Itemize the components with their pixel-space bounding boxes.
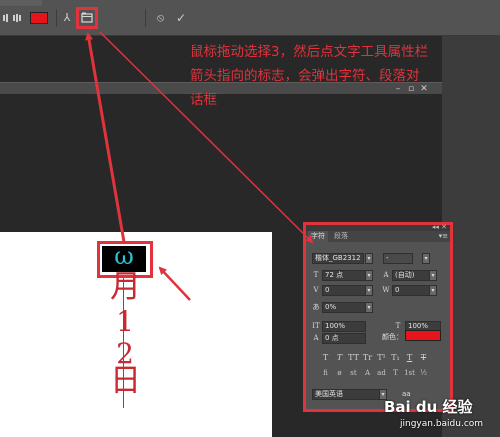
- tsume-icon: あ: [312, 303, 320, 311]
- faux-bold-button[interactable]: T: [320, 352, 331, 363]
- old-style-button[interactable]: ø: [333, 368, 346, 379]
- color-swatch[interactable]: [405, 330, 441, 341]
- horizontal-scale-icon: T: [395, 322, 401, 330]
- collapse-icon[interactable]: ◂◂ ✕: [432, 223, 447, 231]
- warp-text-icon[interactable]: ⅄: [60, 10, 74, 26]
- color-label: 颜色：: [382, 333, 403, 341]
- panel-menu-icon[interactable]: ▾≡: [439, 231, 448, 242]
- chevron-down-icon[interactable]: ▾: [422, 253, 430, 264]
- subscript-button[interactable]: T₁: [390, 352, 401, 363]
- watermark-url: jingyan.baidu.com: [400, 419, 484, 429]
- vertical-text-char: 1: [116, 305, 134, 338]
- chevron-down-icon[interactable]: ▾: [365, 253, 373, 264]
- small-caps-button[interactable]: Tr: [362, 352, 373, 363]
- ligature-button[interactable]: fi: [319, 368, 332, 379]
- baseline-shift-icon: A: [313, 334, 319, 342]
- vertical-scale-icon: IT: [312, 322, 320, 330]
- chevron-down-icon[interactable]: ▾: [365, 285, 373, 296]
- strikethrough-button[interactable]: T: [418, 352, 429, 363]
- character-panel: ◂◂ ✕ 字符 段落 ▾≡ 楷体_GB2312 ▾ - ▾ T 72 点 ▾ A…: [303, 222, 453, 412]
- all-caps-button[interactable]: TT: [348, 352, 359, 363]
- font-style-select[interactable]: -: [383, 253, 413, 264]
- superscript-button[interactable]: T¹: [376, 352, 387, 363]
- swash-button[interactable]: st: [347, 368, 360, 379]
- kerning-icon: V: [313, 286, 319, 294]
- text-color-swatch[interactable]: [30, 12, 48, 24]
- fractions-button[interactable]: ½: [417, 368, 430, 379]
- commit-icon[interactable]: ✓: [176, 10, 188, 26]
- stylistic-button[interactable]: A: [361, 368, 374, 379]
- tab-paragraph[interactable]: 段落: [331, 231, 351, 242]
- separator: [56, 9, 57, 27]
- panel-tabs: 字符 段落 ▾≡: [306, 231, 450, 242]
- vertical-text-char: 日: [110, 363, 141, 399]
- tracking-icon: W: [382, 286, 390, 294]
- annotation-text: 鼠标拖动选择3，然后点文字工具属性栏 箭头指向的标志，会弹出字符、段落对 话框: [190, 40, 500, 112]
- ordinals-button[interactable]: 1st: [403, 368, 416, 379]
- font-size-icon: T: [313, 271, 319, 279]
- arrow-to-panels-button: [85, 32, 126, 243]
- tracking-field[interactable]: 0: [392, 285, 430, 296]
- annotation-line: 话框: [190, 92, 217, 108]
- chevron-down-icon[interactable]: ▾: [365, 270, 373, 281]
- align-center-icon[interactable]: [12, 10, 22, 26]
- chevron-down-icon[interactable]: ▾: [365, 302, 373, 313]
- screenshot-stage: ⅄ ⦸ ✓ – ▫ ✕ ω 月 1 2 日 ◂◂ ✕ 字符 段落 ▾≡ 楷体_G…: [0, 0, 500, 437]
- highlight-box-panels-button: [76, 7, 98, 29]
- kerning-field[interactable]: 0: [322, 285, 366, 296]
- ornaments-button[interactable]: T: [389, 368, 402, 379]
- separator: [145, 9, 146, 27]
- options-bar: ⅄ ⦸ ✓: [0, 0, 500, 36]
- cancel-icon[interactable]: ⦸: [157, 10, 169, 26]
- watermark-logo: Bai du 经验: [384, 398, 473, 416]
- annotation-line: 箭头指向的标志，会弹出字符、段落对: [190, 68, 420, 84]
- font-family-select[interactable]: 楷体_GB2312: [312, 253, 364, 264]
- faux-italic-button[interactable]: T: [334, 352, 345, 363]
- leading-icon: A: [383, 271, 389, 279]
- chevron-down-icon[interactable]: ▾: [429, 285, 437, 296]
- annotation-line: 鼠标拖动选择3，然后点文字工具属性栏: [190, 44, 429, 60]
- language-select[interactable]: 美国英语: [312, 389, 380, 400]
- tsume-field[interactable]: 0%: [322, 302, 366, 313]
- titling-button[interactable]: ad: [375, 368, 388, 379]
- vertical-scale-field[interactable]: 100%: [322, 321, 366, 332]
- tab-remnant: [0, 0, 42, 6]
- tab-character[interactable]: 字符: [308, 231, 328, 242]
- leading-field[interactable]: (自动): [392, 270, 430, 281]
- underline-button[interactable]: T: [404, 352, 415, 363]
- align-icon[interactable]: [2, 10, 10, 26]
- baseline-shift-field[interactable]: 0 点: [322, 333, 366, 344]
- font-size-field[interactable]: 72 点: [322, 270, 366, 281]
- chevron-down-icon[interactable]: ▾: [429, 270, 437, 281]
- vertical-text-char: 月: [110, 269, 141, 305]
